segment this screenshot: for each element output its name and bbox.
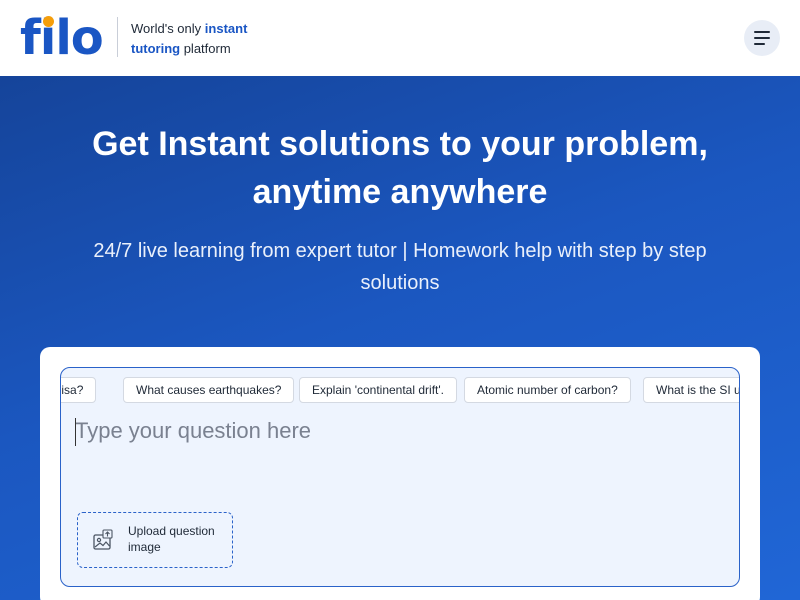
tagline-part1: World's only [131, 21, 205, 36]
question-input[interactable] [75, 414, 715, 448]
suggestion-chip[interactable]: na Lisa? [61, 377, 97, 403]
suggestion-chip[interactable]: What causes earthquakes? [123, 377, 295, 403]
text-caret [75, 418, 76, 446]
logo-dot [42, 16, 54, 27]
tagline-highlight-instant: instant [204, 21, 248, 36]
logo-letter-i: i [39, 10, 56, 66]
hamburger-line [754, 43, 765, 45]
suggestion-chip[interactable]: Atomic number of carbon? [464, 377, 631, 403]
suggestion-chip[interactable]: Explain 'continental drift'. [299, 377, 457, 403]
filo-logo[interactable]: fi lo [20, 10, 104, 66]
hero-title: Get Instant solutions to your problem, a… [92, 125, 708, 211]
upload-image-button[interactable]: Upload question image [77, 512, 233, 568]
hamburger-menu-button[interactable] [744, 20, 780, 56]
question-box[interactable]: na Lisa? What causes earthquakes? Explai… [60, 367, 740, 587]
tagline-part2: platform [180, 41, 231, 56]
image-upload-icon [93, 529, 113, 550]
site-header: fi lo World's only instant tutoring platf… [0, 0, 800, 76]
header-divider [117, 17, 118, 57]
hero-subtitle: 24/7 live learning from expert tutor | H… [93, 240, 707, 294]
upload-label: Upload question image [128, 524, 215, 554]
tagline-highlight-tutoring: tutoring [131, 41, 181, 56]
hamburger-menu-icon [754, 31, 770, 33]
header-tagline: World's only instant tutoring platform [131, 19, 247, 59]
logo-letters-lo: lo [55, 10, 103, 66]
hamburger-line [754, 37, 770, 39]
suggestion-chip[interactable]: What is the SI unit [643, 377, 739, 403]
suggested-questions: na Lisa? What causes earthquakes? Explai… [61, 377, 739, 403]
logo-letter-f: f [20, 10, 41, 66]
